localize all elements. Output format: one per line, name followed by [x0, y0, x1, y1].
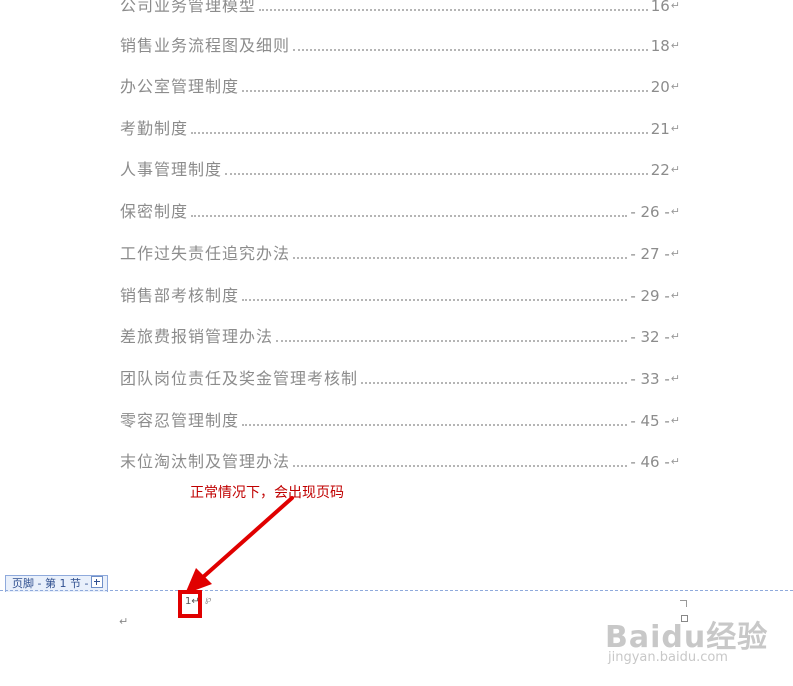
toc-entry-page: 18 [650, 37, 670, 55]
toc-entry-page: 16 [650, 0, 670, 15]
toc-leader-dots [293, 256, 628, 259]
toc-entry[interactable]: 公司业务管理模型 16 ↵ [120, 0, 680, 16]
toc-entry[interactable]: 团队岗位责任及奖金管理考核制 - 33 - ↵ [120, 365, 680, 389]
toc-entry[interactable]: 销售业务流程图及细则 18 ↵ [120, 32, 680, 56]
toc-entry-page: - 27 - [630, 245, 670, 263]
anchor-icon: ℘ [205, 595, 212, 605]
toc-entry-title: 销售部考核制度 [120, 286, 240, 305]
paragraph-mark: ↵ [670, 289, 680, 302]
toc-entry-page: - 46 - [630, 453, 670, 471]
toc-entry-title: 末位淘汰制及管理办法 [120, 452, 291, 471]
toc-entry-title: 差旅费报销管理办法 [120, 327, 274, 346]
toc-entry-page: 21 [650, 120, 670, 138]
table-of-contents: 公司业务管理模型 16 ↵ 销售业务流程图及细则 18 ↵ 办公室管理制度 20… [0, 0, 793, 480]
toc-leader-dots [225, 172, 648, 175]
toc-entry-page: - 45 - [630, 412, 670, 430]
paragraph-mark: ↵ [670, 330, 680, 343]
toc-entry[interactable]: 保密制度 - 26 - ↵ [120, 198, 680, 222]
toc-leader-dots [293, 48, 648, 51]
toc-entry-page: 20 [650, 78, 670, 96]
toc-entry[interactable]: 零容忍管理制度 - 45 - ↵ [120, 407, 680, 431]
toc-entry-title: 人事管理制度 [120, 160, 223, 179]
toc-entry-title: 工作过失责任追究办法 [120, 244, 291, 263]
toc-leader-dots [293, 464, 628, 467]
watermark-url: jingyan.baidu.com [608, 650, 728, 665]
paragraph-mark: ↵ [670, 163, 680, 176]
toc-entry[interactable]: 销售部考核制度 - 29 - ↵ [120, 282, 680, 306]
toc-leader-dots [361, 381, 628, 384]
toc-entry-page: - 26 - [630, 203, 670, 221]
toc-entry-title: 团队岗位责任及奖金管理考核制 [120, 369, 359, 388]
toc-entry-page: 22 [650, 161, 670, 179]
toc-entry-page: - 29 - [630, 287, 670, 305]
margin-corner-icon [680, 600, 687, 607]
paragraph-mark: ↵ [119, 615, 129, 628]
paragraph-mark: ↵ [670, 455, 680, 468]
toc-leader-dots [242, 423, 628, 426]
paragraph-mark: ↵ [670, 414, 680, 427]
paragraph-mark: ↵ [670, 80, 680, 93]
footer-boundary-line [0, 590, 793, 591]
toc-entry[interactable]: 办公室管理制度 20 ↵ [120, 73, 680, 97]
toc-entry-title: 零容忍管理制度 [120, 411, 240, 430]
toc-entry-title: 保密制度 [120, 202, 189, 221]
page-number-field[interactable]: 1↵ [185, 596, 200, 607]
toc-entry[interactable]: 末位淘汰制及管理办法 - 46 - ↵ [120, 448, 680, 472]
toc-entry-title: 考勤制度 [120, 119, 189, 138]
toc-entry-page: - 33 - [630, 370, 670, 388]
expand-icon[interactable] [91, 576, 104, 588]
toc-entry-title: 办公室管理制度 [120, 77, 240, 96]
toc-leader-dots [242, 89, 648, 92]
toc-leader-dots [276, 339, 628, 342]
toc-entry-page: - 32 - [630, 328, 670, 346]
toc-leader-dots [259, 8, 648, 11]
toc-leader-dots [242, 298, 628, 301]
toc-entry-title: 销售业务流程图及细则 [120, 36, 291, 55]
toc-entry[interactable]: 差旅费报销管理办法 - 32 - ↵ [120, 323, 680, 347]
paragraph-mark: ↵ [670, 39, 680, 52]
toc-leader-dots [191, 214, 628, 217]
toc-entry-title: 公司业务管理模型 [120, 0, 257, 15]
toc-entry[interactable]: 考勤制度 21 ↵ [120, 115, 680, 139]
annotation-text: 正常情况下，会出现页码 [190, 485, 344, 501]
paragraph-mark: ↵ [670, 247, 680, 260]
paragraph-mark: ↵ [670, 372, 680, 385]
toc-leader-dots [191, 131, 648, 134]
toc-entry[interactable]: 工作过失责任追究办法 - 27 - ↵ [120, 240, 680, 264]
footer-tag-label: 页脚 - 第 1 节 - [12, 577, 89, 590]
toc-entry[interactable]: 人事管理制度 22 ↵ [120, 156, 680, 180]
paragraph-mark: ↵ [670, 205, 680, 218]
paragraph-mark: ↵ [670, 0, 680, 12]
paragraph-mark: ↵ [670, 122, 680, 135]
